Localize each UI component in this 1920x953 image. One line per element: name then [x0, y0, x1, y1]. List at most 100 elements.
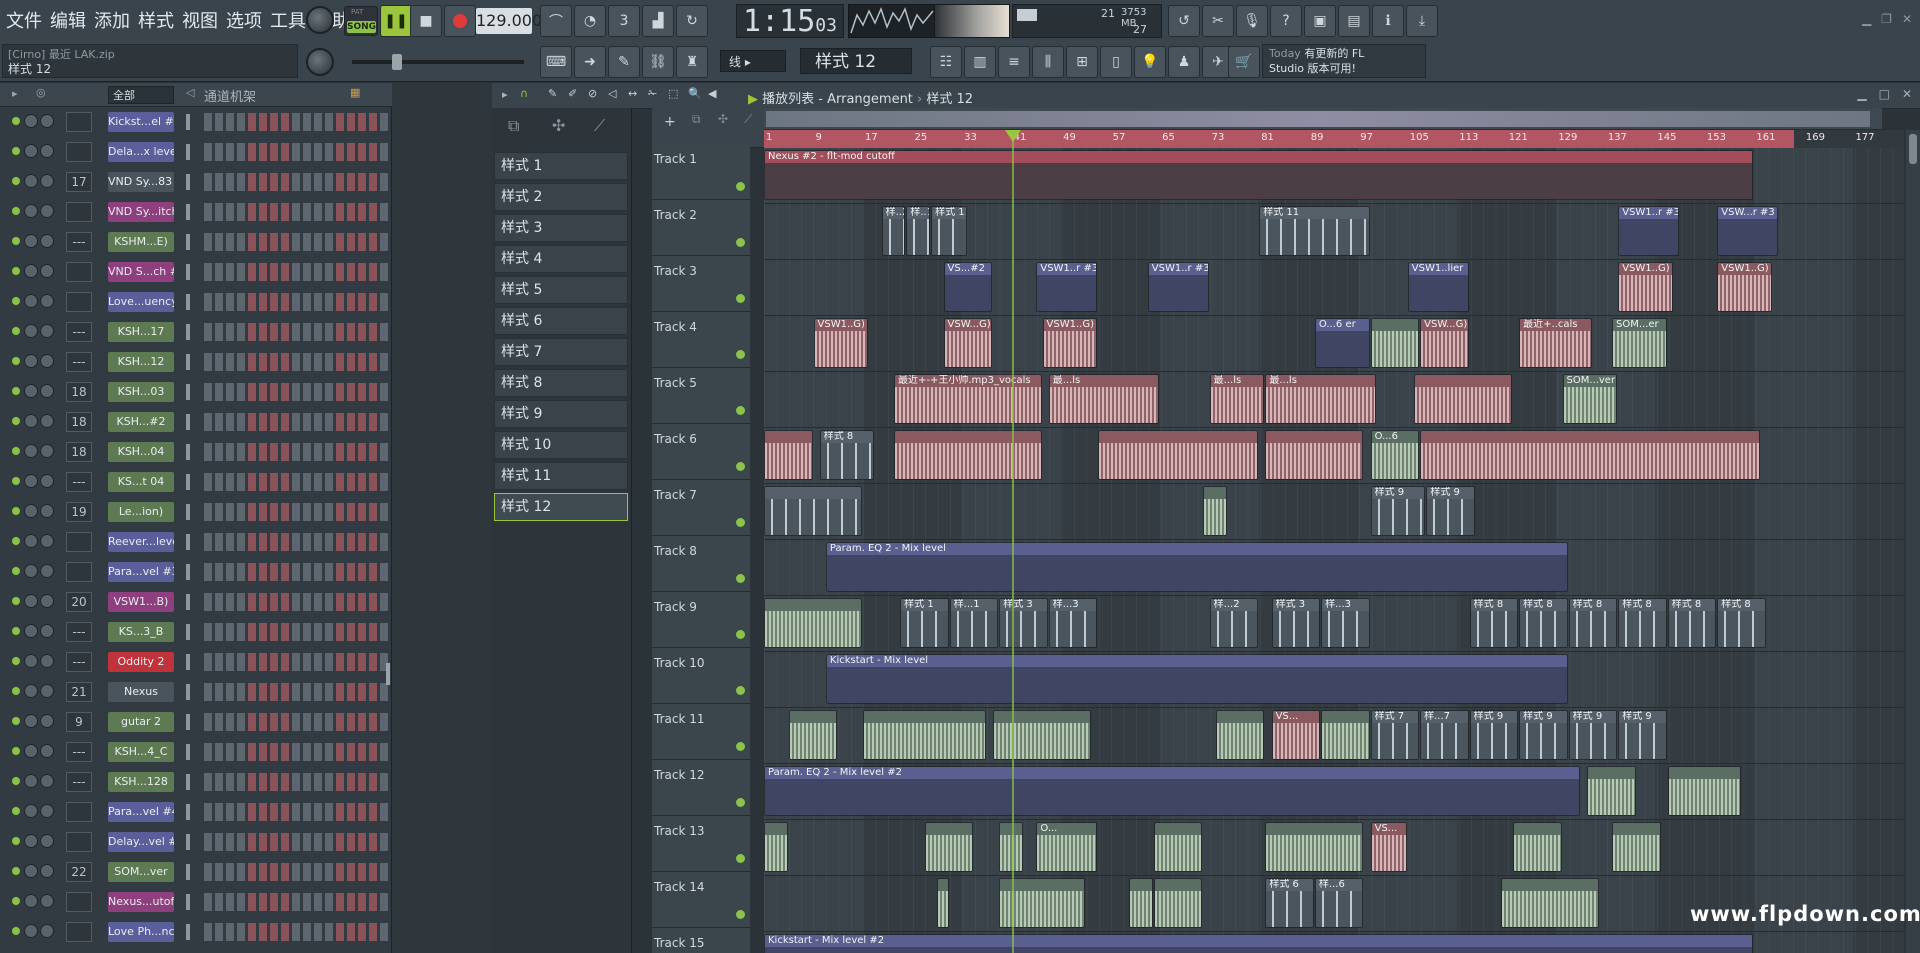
- channel-pan-knob[interactable]: [24, 774, 38, 788]
- tempo-display[interactable]: 129.000: [476, 8, 542, 34]
- playlist-clip[interactable]: Param. EQ 2 - Mix level #2: [764, 766, 1581, 816]
- channel-select-bar[interactable]: [186, 654, 190, 670]
- channel-row[interactable]: Kickst...el #2: [0, 107, 392, 137]
- channel-volume-knob[interactable]: [40, 504, 54, 518]
- channel-row[interactable]: --- Oddity 2: [0, 647, 392, 677]
- pencil-tool-icon[interactable]: ✎: [548, 87, 557, 100]
- channel-name-button[interactable]: Kickst...el #2: [108, 112, 174, 132]
- channel-volume-knob[interactable]: [40, 264, 54, 278]
- news-panel[interactable]: Today 有更新的 FL Studio 版本可用!: [1262, 44, 1426, 78]
- master-pitch-knob[interactable]: [306, 48, 334, 76]
- playlist-clip[interactable]: Kickstart - Mix level #2: [764, 934, 1754, 953]
- channel-mixer-track[interactable]: ---: [66, 322, 92, 342]
- playlist-clip[interactable]: 最...ls: [1265, 374, 1376, 424]
- channel-step-sequencer[interactable]: [204, 113, 388, 131]
- playlist-clip[interactable]: 样式 11: [931, 206, 968, 256]
- track-header[interactable]: Track 5: [652, 368, 750, 424]
- channel-select-bar[interactable]: [186, 444, 190, 460]
- playlist-clip[interactable]: 最...ls: [1209, 374, 1265, 424]
- channel-step-sequencer[interactable]: [204, 383, 388, 401]
- channel-mixer-track[interactable]: [66, 922, 92, 942]
- playlist-clip[interactable]: VSW1..G): [1618, 262, 1673, 312]
- channel-select-bar[interactable]: [186, 804, 190, 820]
- track-led-icon[interactable]: [736, 686, 745, 695]
- channel-volume-knob[interactable]: [40, 144, 54, 158]
- channel-led-icon[interactable]: [12, 807, 20, 815]
- channel-pan-knob[interactable]: [24, 474, 38, 488]
- rack-scrollbar[interactable]: [386, 663, 390, 685]
- channel-select-bar[interactable]: [186, 324, 190, 340]
- track-header[interactable]: Track 1: [652, 144, 750, 200]
- channel-select-bar[interactable]: [186, 714, 190, 730]
- playlist-clip[interactable]: 样...6: [1314, 878, 1364, 928]
- playlist-clip[interactable]: O...: [1036, 822, 1098, 872]
- channel-select-bar[interactable]: [186, 534, 190, 550]
- playlist-minimize-icon[interactable]: ▁: [1857, 87, 1866, 101]
- channel-volume-knob[interactable]: [40, 594, 54, 608]
- slip-tool-icon[interactable]: ↔: [628, 87, 637, 100]
- playlist-clip[interactable]: Kickstart - Mix level: [825, 654, 1568, 704]
- rack-mute-icon[interactable]: ◁: [186, 86, 194, 99]
- channel-volume-knob[interactable]: [40, 384, 54, 398]
- channel-rack-button[interactable]: ≡: [998, 46, 1030, 78]
- channel-name-button[interactable]: VND Sy...itch: [108, 202, 174, 222]
- channel-select-bar[interactable]: [186, 594, 190, 610]
- playlist-clip[interactable]: SOM...er: [1612, 318, 1667, 368]
- channel-step-sequencer[interactable]: [204, 713, 388, 731]
- channel-row[interactable]: --- KS...t 04: [0, 467, 392, 497]
- playlist-clip[interactable]: 样式 9: [1469, 710, 1519, 760]
- menu-view[interactable]: 视图: [178, 7, 222, 33]
- channel-pan-knob[interactable]: [24, 384, 38, 398]
- export-button[interactable]: ⤓: [1406, 5, 1438, 37]
- playhead-marker[interactable]: [1005, 130, 1021, 142]
- channel-mixer-track[interactable]: ---: [66, 742, 92, 762]
- menu-patterns[interactable]: 样式: [134, 7, 178, 33]
- playlist-clip[interactable]: VSW...r #3: [1717, 206, 1779, 256]
- channel-volume-knob[interactable]: [40, 624, 54, 638]
- channel-mixer-track[interactable]: [66, 202, 92, 222]
- channel-row[interactable]: Love...uency: [0, 287, 392, 317]
- playlist-menu-icon[interactable]: ▸: [502, 88, 508, 101]
- channel-name-button[interactable]: Love Ph...ncy: [108, 922, 174, 942]
- pattern-item[interactable]: 样式 11: [494, 462, 628, 490]
- record-button[interactable]: [444, 5, 476, 37]
- channel-name-button[interactable]: Delay...vel #2: [108, 832, 174, 852]
- channel-name-button[interactable]: Le...ion): [108, 502, 174, 522]
- playback-tool-icon[interactable]: ◀: [708, 87, 716, 100]
- channel-row[interactable]: Para...vel #4: [0, 797, 392, 827]
- pattern-item[interactable]: 样式 2: [494, 183, 628, 211]
- stop-button[interactable]: ■: [410, 5, 442, 37]
- playlist-clip[interactable]: [1370, 318, 1420, 368]
- channel-mixer-track[interactable]: ---: [66, 772, 92, 792]
- channel-led-icon[interactable]: [12, 717, 20, 725]
- channel-step-sequencer[interactable]: [204, 293, 388, 311]
- channel-select-bar[interactable]: [186, 684, 190, 700]
- playlist-clip[interactable]: VSW1..G): [813, 318, 869, 368]
- browser-button[interactable]: ⊞: [1066, 46, 1098, 78]
- track-header[interactable]: Track 4: [652, 312, 750, 368]
- channel-pan-knob[interactable]: [24, 354, 38, 368]
- channel-pan-knob[interactable]: [24, 534, 38, 548]
- playlist-clip[interactable]: [1153, 822, 1203, 872]
- rack-grid-icon[interactable]: ▦: [350, 86, 360, 99]
- picker-pattern-icon[interactable]: ⧉: [508, 116, 519, 136]
- channel-row[interactable]: --- KS...3_B: [0, 617, 392, 647]
- channel-volume-knob[interactable]: [40, 324, 54, 338]
- playlist-clip[interactable]: 样式 8: [819, 430, 875, 480]
- playlist-clip[interactable]: [1203, 486, 1228, 536]
- playlist-clip[interactable]: 样式 8: [1469, 598, 1519, 648]
- channel-mixer-track[interactable]: [66, 112, 92, 132]
- track-led-icon[interactable]: [736, 630, 745, 639]
- channel-pan-knob[interactable]: [24, 504, 38, 518]
- channel-step-sequencer[interactable]: [204, 623, 388, 641]
- pause-button[interactable]: ❚❚: [380, 5, 412, 37]
- track-led-icon[interactable]: [736, 406, 745, 415]
- pattern-item[interactable]: 样式 12: [494, 493, 628, 521]
- channel-mixer-track[interactable]: [66, 142, 92, 162]
- playlist-clip[interactable]: 样式 11: [1259, 206, 1370, 256]
- channel-volume-knob[interactable]: [40, 534, 54, 548]
- playlist-overview[interactable]: [764, 108, 1882, 130]
- playlist-clip[interactable]: 样式 9: [1370, 486, 1426, 536]
- channel-row[interactable]: 21 Nexus: [0, 677, 392, 707]
- info-button[interactable]: ℹ: [1372, 5, 1404, 37]
